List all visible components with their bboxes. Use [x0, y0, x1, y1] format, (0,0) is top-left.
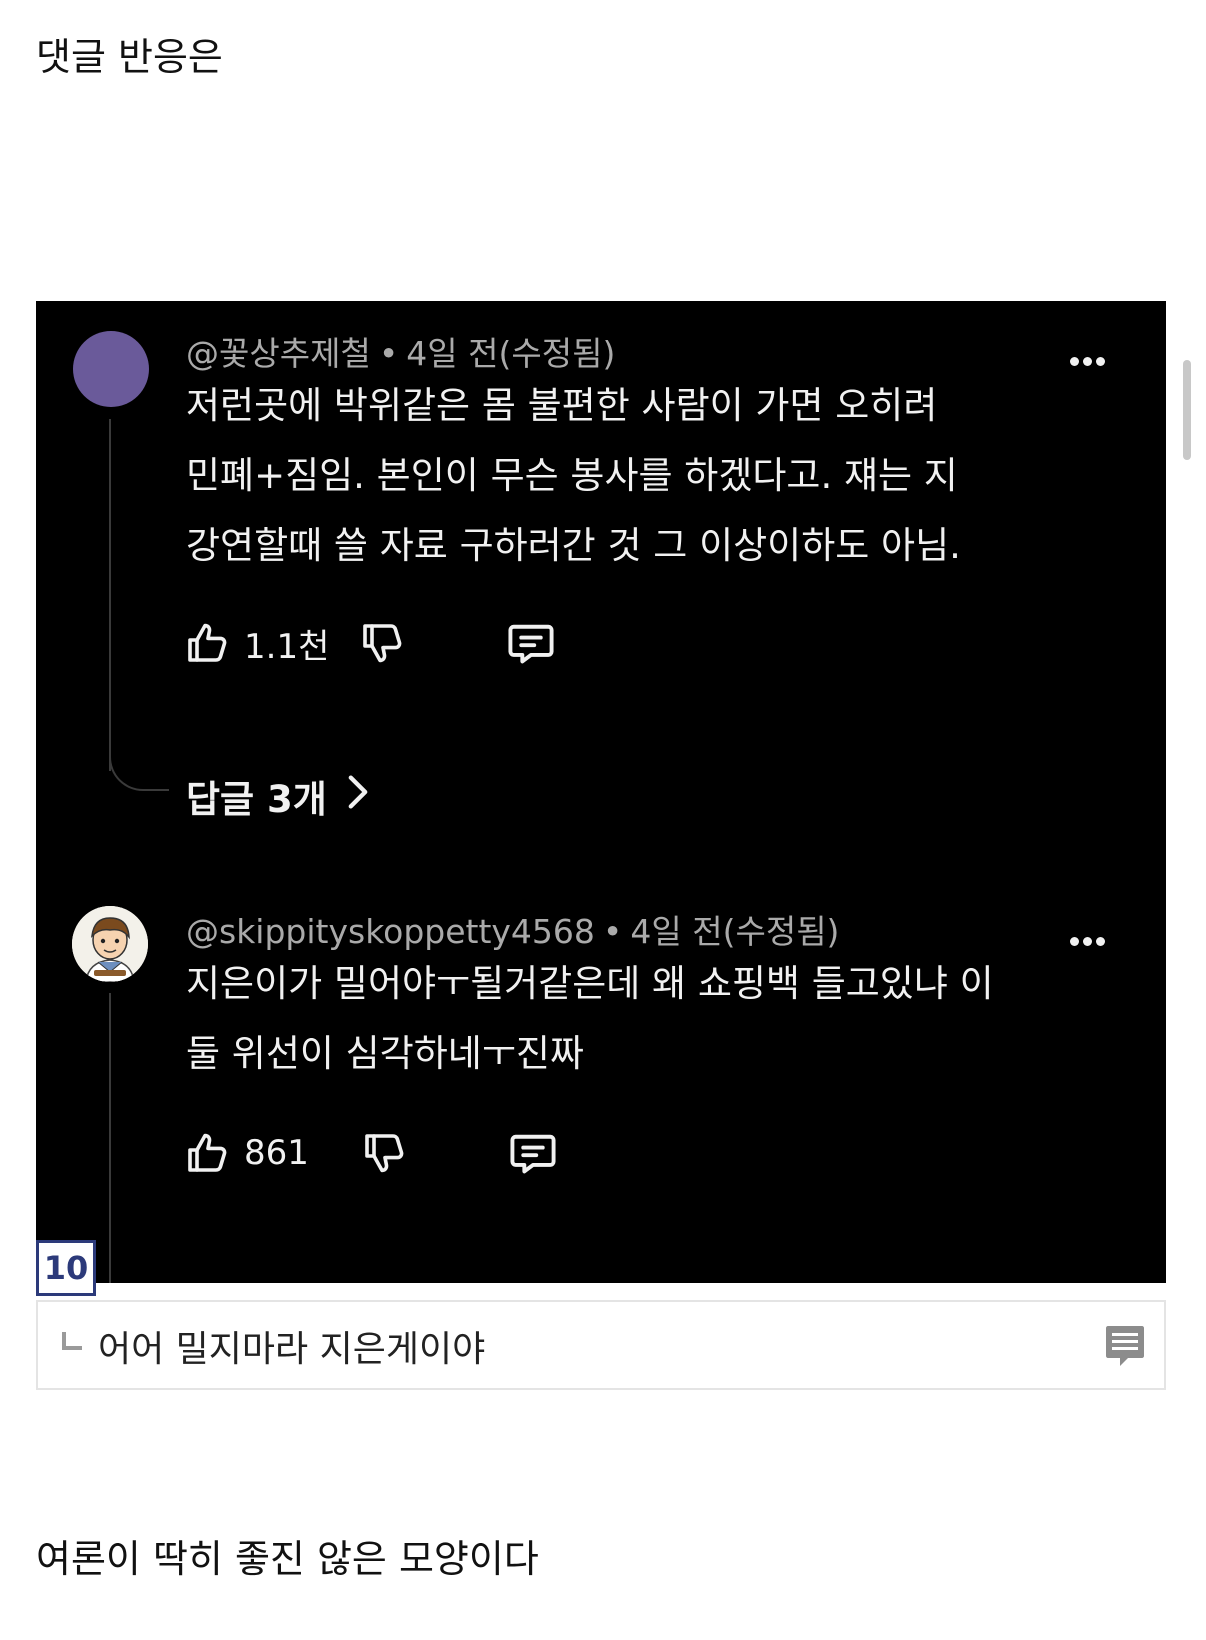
- reply-text: 어어 밀지마라 지은게이야: [98, 1329, 486, 1370]
- more-dots-icon[interactable]: [1070, 931, 1114, 946]
- replies-toggle[interactable]: 답글 3개: [186, 769, 369, 823]
- thumbs-down-icon[interactable]: [359, 619, 407, 667]
- comment-icon[interactable]: [505, 617, 557, 669]
- comment-age: 4일 전(수정됨): [406, 334, 616, 373]
- avatar[interactable]: [72, 906, 148, 982]
- memo-icon[interactable]: [1104, 1324, 1146, 1372]
- outro-text: 여론이 딱히 좋진 않은 모양이다: [36, 1537, 539, 1581]
- comment-line: 강연할때 쓸 자료 구하러간 것 그 이상이하도 아님.: [186, 524, 961, 567]
- comment-actions: 1.1천: [184, 615, 557, 671]
- reply-arrow-icon: [62, 1332, 82, 1350]
- chevron-right-icon: [347, 774, 369, 819]
- comment-number-badge: 10: [36, 1240, 96, 1296]
- thread-line: [109, 419, 111, 771]
- comment-meta: @꽃상추제철 • 4일 전(수정됨): [186, 327, 615, 375]
- like-count: 861: [244, 1133, 309, 1173]
- thumbs-up-icon[interactable]: [184, 619, 232, 667]
- avatar[interactable]: [73, 331, 149, 407]
- meta-separator: •: [378, 334, 399, 373]
- reply-comment: 어어 밀지마라 지은게이야: [36, 1300, 1166, 1390]
- meta-separator: •: [602, 912, 623, 951]
- comment-line: 저런곳에 박위같은 몸 불편한 사람이 가면 오히려: [186, 384, 938, 427]
- comment-icon[interactable]: [507, 1127, 559, 1179]
- more-dots-icon[interactable]: [1070, 351, 1114, 366]
- intro-text: 댓글 반응은: [36, 35, 223, 79]
- comment-author[interactable]: @skippityskoppetty4568: [186, 912, 595, 951]
- like-count: 1.1천: [244, 626, 330, 667]
- comment-author[interactable]: @꽃상추제철: [186, 334, 371, 373]
- comment-line: 지은이가 밀어야ㅜ될거같은데 왜 쇼핑백 들고있냐 이: [186, 962, 994, 1005]
- scrollbar[interactable]: [1183, 360, 1191, 460]
- thumbs-down-icon[interactable]: [361, 1129, 409, 1177]
- comment-body: 저런곳에 박위같은 몸 불편한 사람이 가면 오히려 민폐+짐임. 본인이 무슨…: [186, 371, 1086, 581]
- comment-age: 4일 전(수정됨): [630, 912, 840, 951]
- comment-body: 지은이가 밀어야ㅜ될거같은데 왜 쇼핑백 들고있냐 이 둘 위선이 심각하네ㅜ진…: [186, 949, 1086, 1089]
- youtube-comments-screenshot: @꽃상추제철 • 4일 전(수정됨) 저런곳에 박위같은 몸 불편한 사람이 가면 …: [36, 301, 1166, 1283]
- thumbs-up-icon[interactable]: [184, 1129, 232, 1177]
- replies-label: 답글 3개: [186, 778, 327, 821]
- comment-actions: 861: [184, 1125, 559, 1181]
- comment-line: 민폐+짐임. 본인이 무슨 봉사를 하겠다고. 쟤는 지: [186, 454, 958, 497]
- comment-meta: @skippityskoppetty4568 • 4일 전(수정됨): [186, 905, 839, 953]
- thread-connector: [109, 741, 169, 791]
- thread-line: [109, 993, 111, 1283]
- comment-line: 둘 위선이 심각하네ㅜ진짜: [186, 1032, 584, 1075]
